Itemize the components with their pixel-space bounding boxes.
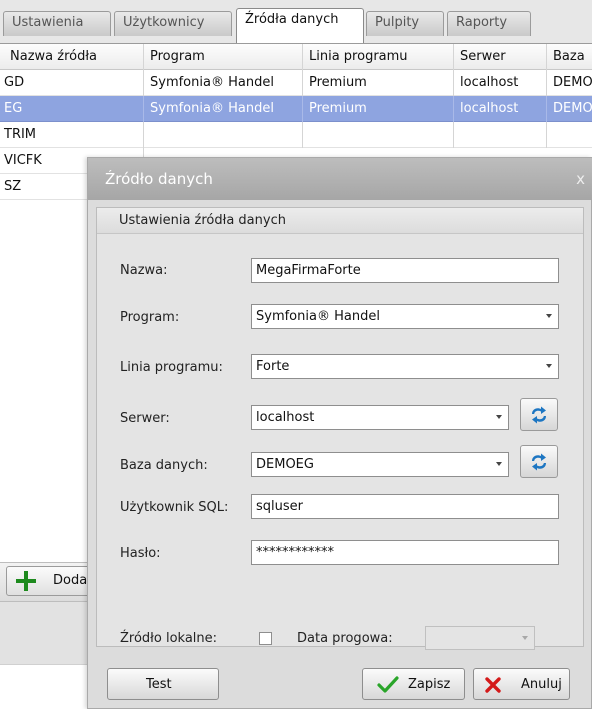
close-x-icon	[485, 677, 501, 693]
plus-icon	[15, 570, 37, 592]
dialog-title-bar[interactable]: Źródło danych x	[88, 158, 592, 200]
column-header-database[interactable]: Baza	[547, 44, 592, 70]
tab-label: Źródła danych	[245, 12, 339, 27]
group-title: Ustawienia źródła danych	[119, 213, 286, 228]
cancel-button-label: Anuluj	[521, 677, 562, 692]
refresh-databases-button[interactable]	[520, 445, 558, 478]
table-row[interactable]: GD Symfonia® Handel Premium localhost DE…	[0, 70, 592, 96]
save-button[interactable]: Zapisz	[362, 668, 465, 700]
table-row[interactable]: TRIM	[0, 122, 592, 148]
cancel-button[interactable]: Anuluj	[473, 668, 570, 700]
name-value: MegaFirmaForte	[256, 263, 361, 278]
password-input[interactable]: ************	[251, 540, 559, 565]
left-bottom-area	[0, 664, 96, 709]
column-header-program-line[interactable]: Linia programu	[303, 44, 454, 70]
program-line-select[interactable]: Forte	[251, 354, 559, 379]
chevron-down-icon[interactable]	[496, 415, 502, 419]
cell-name: TRIM	[0, 122, 144, 148]
check-icon	[377, 676, 399, 693]
tab-zrodla-danych[interactable]: Źródła danych	[236, 8, 364, 44]
name-label: Nazwa:	[120, 263, 168, 278]
program-select[interactable]: Symfonia® Handel	[251, 304, 559, 329]
tab-ustawienia[interactable]: Ustawienia	[3, 11, 111, 36]
test-button-label: Test	[146, 677, 172, 692]
left-gray-area	[0, 602, 96, 664]
password-value: ************	[256, 545, 334, 560]
tab-strip: Ustawienia Użytkownicy Źródła danych Pul…	[0, 0, 592, 44]
sql-user-label: Użytkownik SQL:	[120, 500, 229, 515]
tab-label: Ustawienia	[12, 15, 84, 30]
chevron-down-icon[interactable]	[546, 314, 552, 318]
tab-label: Użytkownicy	[123, 15, 205, 30]
column-header-program[interactable]: Program	[144, 44, 303, 70]
local-source-label: Źródło lokalne:	[120, 631, 218, 646]
settings-group: Ustawienia źródła danych Nazwa: MegaFirm…	[96, 207, 584, 650]
close-icon[interactable]: x	[576, 170, 585, 188]
refresh-servers-button[interactable]	[520, 398, 558, 431]
database-label: Baza danych:	[120, 458, 208, 473]
dialog-title: Źródło danych	[105, 170, 213, 188]
program-value: Symfonia® Handel	[256, 309, 380, 324]
server-value: localhost	[256, 410, 315, 425]
table-row-selected[interactable]: EG Symfonia® Handel Premium localhost DE…	[0, 96, 592, 122]
data-source-dialog: Źródło danych x Ustawienia źródła danych…	[87, 157, 592, 709]
cell-name: EG	[0, 96, 144, 122]
program-label: Program:	[120, 310, 180, 325]
cell-program-line	[303, 122, 454, 148]
chevron-down-icon[interactable]	[496, 462, 502, 466]
sql-user-input[interactable]: sqluser	[251, 494, 559, 519]
tab-label: Pulpity	[375, 15, 420, 30]
grid-header: Nazwa źródła Program Linia programu Serw…	[0, 44, 592, 70]
cell-database: DEMO	[553, 75, 592, 90]
database-value: DEMOEG	[256, 457, 314, 472]
column-header-server[interactable]: Serwer	[454, 44, 547, 70]
database-select[interactable]: DEMOEG	[251, 452, 509, 477]
cell-database: DEMO	[553, 101, 592, 116]
tab-pulpity[interactable]: Pulpity	[366, 11, 444, 36]
cell-program-line: Premium	[303, 70, 454, 96]
cell-database	[547, 122, 592, 148]
save-button-label: Zapisz	[408, 677, 451, 692]
cell-program-line: Premium	[303, 96, 454, 122]
local-source-checkbox[interactable]	[259, 632, 272, 645]
threshold-date-label: Data progowa:	[297, 631, 393, 646]
tab-raporty[interactable]: Raporty	[447, 11, 531, 36]
column-header-name[interactable]: Nazwa źródła	[0, 44, 144, 70]
refresh-icon	[532, 406, 546, 424]
cell-server: localhost	[454, 96, 547, 122]
cell-server	[454, 122, 547, 148]
name-input[interactable]: MegaFirmaForte	[251, 258, 559, 283]
settings-group-header: Ustawienia źródła danych	[97, 208, 583, 234]
sql-user-value: sqluser	[256, 499, 303, 514]
tab-uzytkownicy[interactable]: Użytkownicy	[114, 11, 232, 36]
program-line-value: Forte	[256, 359, 290, 374]
cell-program	[144, 122, 303, 148]
program-line-label: Linia programu:	[120, 360, 223, 375]
threshold-date-picker[interactable]	[425, 626, 535, 650]
add-button-label: Doda	[53, 573, 88, 588]
server-select[interactable]: localhost	[251, 405, 509, 430]
cell-name: GD	[0, 70, 144, 96]
password-label: Hasło:	[120, 546, 161, 561]
chevron-down-icon[interactable]	[546, 364, 552, 368]
cell-program: Symfonia® Handel	[144, 96, 303, 122]
cell-program: Symfonia® Handel	[144, 70, 303, 96]
chevron-down-icon[interactable]	[522, 636, 528, 640]
cell-server: localhost	[454, 70, 547, 96]
refresh-icon	[532, 453, 546, 471]
test-button[interactable]: Test	[107, 668, 219, 700]
server-label: Serwer:	[120, 411, 170, 426]
tab-label: Raporty	[456, 15, 508, 30]
